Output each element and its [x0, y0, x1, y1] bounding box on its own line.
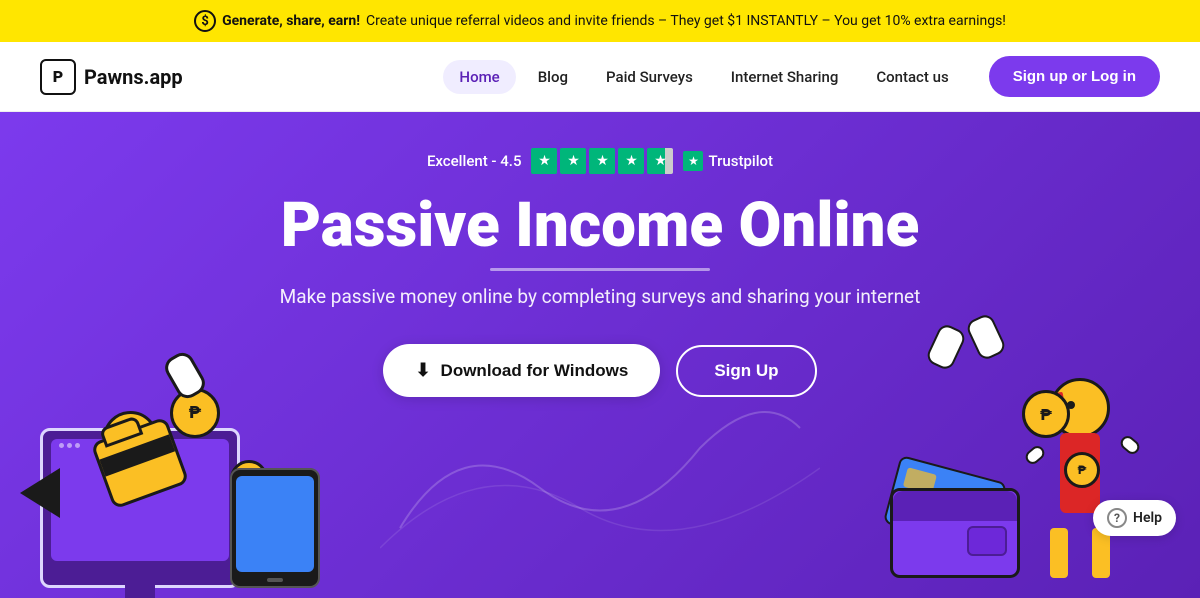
tablet-screen — [236, 476, 314, 572]
monitor-dot-2 — [67, 443, 72, 448]
coin-right-2: ₱ — [1064, 452, 1100, 488]
tablet-button — [267, 578, 283, 582]
hero-section: Excellent - 4.5 ★ ★ ★ ★ ★ ★ Trustpilot P… — [0, 112, 1200, 598]
help-icon: ? — [1107, 508, 1127, 528]
trustpilot-icon: ★ — [683, 151, 703, 171]
trustpilot-label: Trustpilot — [708, 152, 773, 170]
nav-link-blog[interactable]: Blog — [522, 60, 584, 94]
nav-links: Home Blog Paid Surveys Internet Sharing … — [443, 60, 964, 94]
wallet-flap — [99, 415, 143, 447]
nav-link-paid-surveys[interactable]: Paid Surveys — [590, 60, 709, 94]
banner-description: Create unique referral videos and invite… — [366, 13, 1006, 29]
star-4: ★ — [618, 148, 644, 174]
nav-item-paid-surveys[interactable]: Paid Surveys — [590, 60, 709, 94]
download-button[interactable]: ⬇ Download for Windows — [383, 344, 660, 397]
nav-item-contact[interactable]: Contact us — [860, 60, 964, 94]
star-rating: ★ ★ ★ ★ ★ — [531, 148, 673, 174]
logo-icon: P — [40, 59, 76, 95]
char-arm-left — [1023, 443, 1047, 467]
navbar: P Pawns.app Home Blog Paid Surveys Inter… — [0, 42, 1200, 112]
char-leg-left — [1050, 528, 1068, 578]
signup-login-button[interactable]: Sign up or Log in — [989, 56, 1160, 97]
glove-right-1 — [924, 322, 967, 372]
star-3: ★ — [589, 148, 615, 174]
hero-subtitle: Make passive money online by completing … — [280, 285, 921, 308]
help-label: Help — [1133, 510, 1162, 526]
char-arm-right — [1118, 433, 1142, 457]
help-button[interactable]: ? Help — [1093, 500, 1176, 536]
nav-link-home[interactable]: Home — [443, 60, 515, 94]
star-half: ★ — [647, 148, 673, 174]
glove-right-2 — [964, 312, 1007, 362]
coin-right: ₱ — [1022, 390, 1070, 438]
trustpilot-logo: ★ Trustpilot — [683, 151, 773, 171]
rating-text: Excellent - 4.5 — [427, 152, 522, 170]
right-illustration: 2310004 — [820, 298, 1200, 598]
nav-link-internet-sharing[interactable]: Internet Sharing — [715, 60, 855, 94]
nav-item-blog[interactable]: Blog — [522, 60, 584, 94]
download-icon: ⬇ — [415, 360, 430, 381]
wallet-right-shape — [890, 488, 1020, 578]
wallet-pocket — [967, 526, 1007, 556]
nav-item-home[interactable]: Home — [443, 60, 515, 94]
rating-row: Excellent - 4.5 ★ ★ ★ ★ ★ ★ Trustpilot — [427, 148, 773, 174]
dollar-icon: $ — [194, 10, 216, 32]
monitor-dot-3 — [75, 443, 80, 448]
hero-signup-button[interactable]: Sign Up — [676, 345, 816, 397]
promo-banner: $ Generate, share, earn! Create unique r… — [0, 0, 1200, 42]
star-1: ★ — [531, 148, 557, 174]
banner-bold: Generate, share, earn! — [222, 13, 360, 29]
wallet-top — [893, 491, 1017, 521]
nav-link-contact[interactable]: Contact us — [860, 60, 964, 94]
cta-row: ⬇ Download for Windows Sign Up — [383, 344, 816, 397]
arrow-shape — [20, 468, 60, 518]
star-2: ★ — [560, 148, 586, 174]
logo-text: Pawns.app — [84, 65, 183, 89]
hero-title: Passive Income Online — [281, 192, 920, 271]
monitor-stand — [125, 585, 155, 598]
tablet-shape — [230, 468, 320, 588]
left-illustration: ₱ ₱ ₱ — [0, 298, 380, 598]
monitor-dots — [59, 443, 80, 448]
wave-decoration — [380, 368, 820, 568]
monitor-dot-1 — [59, 443, 64, 448]
nav-item-internet-sharing[interactable]: Internet Sharing — [715, 60, 855, 94]
logo-link[interactable]: P Pawns.app — [40, 59, 183, 95]
